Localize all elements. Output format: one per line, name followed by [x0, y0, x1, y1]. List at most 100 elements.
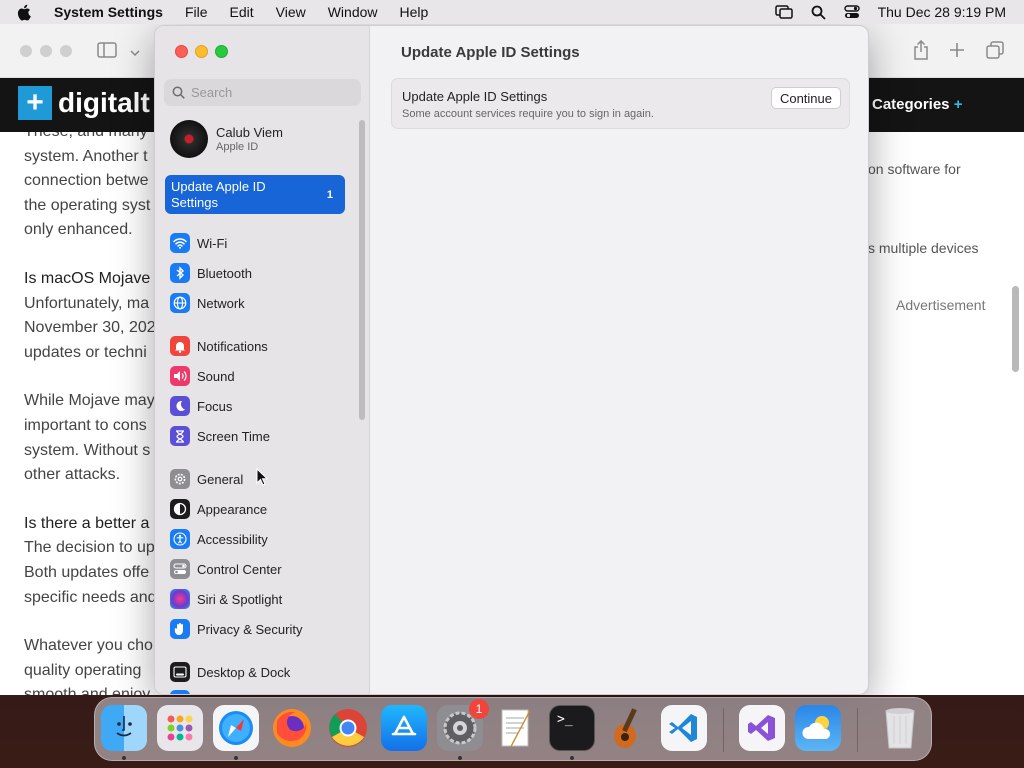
hourglass-icon	[170, 426, 190, 446]
sidebar-item-label: Bluetooth	[197, 265, 252, 281]
sidebar-item-label: Siri & Spotlight	[197, 591, 283, 607]
sidebar-item-label: Desktop & Dock	[197, 664, 291, 680]
mouse-cursor-icon	[256, 467, 269, 491]
dock-separator	[857, 708, 858, 752]
running-indicator	[458, 756, 462, 760]
share-icon[interactable]	[912, 39, 930, 65]
menu-app-name[interactable]: System Settings	[54, 4, 163, 20]
site-logo[interactable]: + digitalt	[18, 86, 150, 120]
apple-id-account[interactable]: Calub Viem Apple ID	[170, 120, 283, 158]
account-subtitle: Apple ID	[216, 141, 259, 153]
running-indicator	[570, 756, 574, 760]
trash-icon[interactable]	[877, 705, 923, 751]
article-paragraph: Is macOS Mojave Unfortunately, ma Novemb…	[24, 269, 156, 361]
menu-file[interactable]: File	[185, 4, 208, 20]
sidebar-item-label: Screen Time	[197, 428, 270, 444]
sidebar-item-privacy-security[interactable]: Privacy & Security	[170, 617, 302, 641]
screen-mirroring-icon[interactable]	[774, 5, 793, 19]
sidebar-item-label: Update Apple ID Settings	[171, 179, 266, 210]
article-paragraph: Is there a better a The decision to up B…	[24, 514, 157, 606]
finder-icon[interactable]	[101, 705, 147, 751]
new-tab-icon[interactable]	[949, 42, 965, 63]
gear-icon	[170, 469, 190, 489]
menu-clock[interactable]: Thu Dec 28 9:19 PM	[878, 4, 1006, 20]
notification-badge: 1	[326, 189, 333, 201]
spotlight-search-icon[interactable]	[811, 5, 826, 20]
sidebar-item-notifications[interactable]: Notifications	[170, 334, 268, 358]
settings-search[interactable]	[164, 79, 361, 106]
settings-sidebar: Calub Viem Apple ID Update Apple ID Sett…	[155, 26, 370, 694]
notification-badge: 1	[469, 699, 489, 719]
sidebar-item-partial	[170, 690, 190, 694]
safari-icon[interactable]	[213, 705, 259, 751]
logo-mark-icon: +	[18, 86, 52, 120]
sidebar-item-focus[interactable]: Focus	[170, 394, 232, 418]
menu-view[interactable]: View	[276, 4, 306, 20]
sidebar-item-network[interactable]: Network	[170, 291, 245, 315]
firefox-icon[interactable]	[269, 705, 315, 751]
launchpad-icon[interactable]	[157, 705, 203, 751]
sidebar-item-update-apple-id[interactable]: Update Apple ID Settings 1	[165, 175, 345, 214]
sidebar-item-label: Appearance	[197, 501, 268, 517]
menu-edit[interactable]: Edit	[230, 4, 254, 20]
logo-text: digitalt	[58, 87, 150, 118]
sidebar-item-bluetooth[interactable]: Bluetooth	[170, 261, 252, 285]
page-scrollbar[interactable]	[1012, 286, 1019, 372]
sidebar-item-siri-spotlight[interactable]: Siri & Spotlight	[170, 587, 282, 611]
sidebar-toggle-icon[interactable]	[97, 42, 117, 63]
categories-label: Categories	[872, 96, 950, 113]
card-title: Update Apple ID Settings	[402, 89, 548, 104]
sidebar-item-wifi[interactable]: Wi-Fi	[170, 231, 227, 255]
menu-window[interactable]: Window	[328, 4, 378, 20]
running-indicator	[122, 756, 126, 760]
categories-plus-icon: +	[953, 96, 963, 113]
control-center-icon[interactable]	[843, 5, 860, 19]
sidebar-item-label: Network	[197, 295, 245, 311]
account-name: Calub Viem	[216, 125, 283, 140]
visual-studio-icon[interactable]	[739, 705, 785, 751]
vscode-icon[interactable]	[661, 705, 707, 751]
article-side-text: on software for	[868, 161, 961, 177]
moon-icon	[170, 396, 190, 416]
dock-icon	[170, 662, 190, 682]
running-indicator	[234, 756, 238, 760]
sidebar-item-label: Privacy & Security	[197, 621, 303, 637]
menu-help[interactable]: Help	[400, 4, 429, 20]
sidebar-item-general[interactable]: General	[170, 467, 243, 491]
sidebar-item-sound[interactable]: Sound	[170, 364, 235, 388]
system-settings-icon[interactable]: 1	[437, 699, 489, 751]
terminal-icon[interactable]: >_	[549, 705, 595, 751]
sidebar-item-accessibility[interactable]: Accessibility	[170, 527, 268, 551]
categories-menu[interactable]: Categories +	[872, 96, 962, 113]
sidebar-item-control-center[interactable]: Control Center	[170, 557, 282, 581]
sidebar-scrollbar[interactable]	[359, 120, 365, 420]
sidebar-item-label: General	[197, 471, 244, 487]
app-store-icon[interactable]	[381, 705, 427, 751]
close-button[interactable]	[175, 45, 188, 58]
card-subtitle: Some account services require you to sig…	[402, 108, 654, 120]
sidebar-item-desktop-dock[interactable]: Desktop & Dock	[170, 660, 290, 684]
safari-close-button[interactable]	[20, 45, 32, 57]
tab-overview-icon[interactable]	[986, 41, 1004, 64]
sidebar-item-label: Focus	[197, 398, 233, 414]
minimize-button[interactable]	[195, 45, 208, 58]
weather-icon[interactable]	[795, 705, 841, 751]
chevron-down-icon[interactable]	[130, 44, 140, 62]
safari-zoom-button[interactable]	[60, 45, 72, 57]
garageband-icon[interactable]	[605, 705, 651, 751]
siri-icon	[170, 589, 190, 609]
sidebar-item-label: Wi-Fi	[197, 235, 228, 251]
avatar	[170, 120, 208, 158]
sidebar-item-label: Control Center	[197, 561, 282, 577]
update-apple-id-card: Update Apple ID Settings Some account se…	[391, 78, 850, 129]
sidebar-item-screen-time[interactable]: Screen Time	[170, 424, 270, 448]
search-input[interactable]	[191, 85, 351, 100]
hand-icon	[170, 619, 190, 639]
textedit-icon[interactable]	[493, 705, 539, 751]
apple-menu-icon[interactable]	[16, 4, 38, 21]
chrome-icon[interactable]	[325, 705, 371, 751]
zoom-button[interactable]	[215, 45, 228, 58]
continue-button[interactable]: Continue	[770, 87, 841, 109]
sidebar-item-appearance[interactable]: Appearance	[170, 497, 267, 521]
safari-minimize-button[interactable]	[40, 45, 52, 57]
